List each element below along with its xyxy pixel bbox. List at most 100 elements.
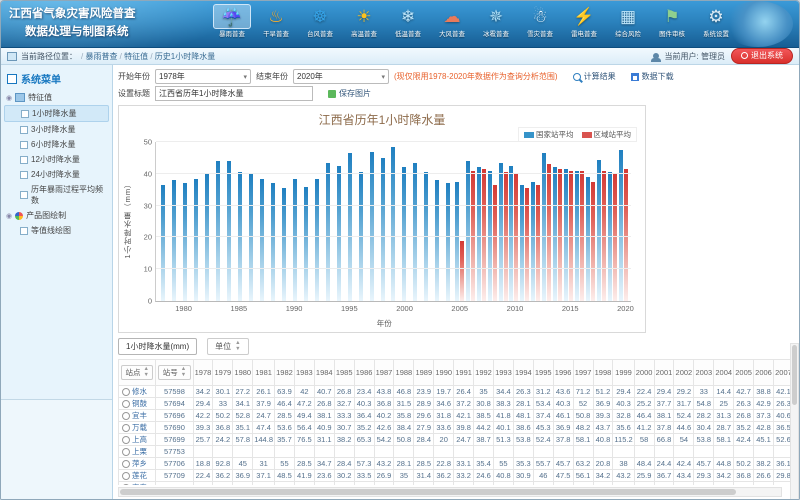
breadcrumb-segment[interactable]: 暴雨普查 (85, 52, 117, 61)
logout-button[interactable]: 退出系统 (731, 48, 793, 64)
breadcrumb-segment[interactable]: 历史1小时降水量 (155, 52, 215, 61)
horizontal-scrollbar[interactable] (118, 487, 782, 497)
station-name[interactable]: 修水 (132, 386, 147, 397)
bar-national-1994[interactable] (337, 166, 341, 301)
sidebar-item-0-4[interactable]: 24小时降水量 (4, 167, 109, 182)
station-name[interactable]: 上高 (132, 434, 147, 445)
station-name[interactable]: 宜丰 (132, 410, 147, 421)
bar-national-1984[interactable] (227, 161, 231, 301)
checkbox-icon[interactable] (21, 110, 29, 118)
bar-national-1998[interactable] (381, 158, 385, 301)
bar-national-2007[interactable] (477, 167, 481, 301)
bar-national-1981[interactable] (194, 179, 198, 301)
bar-national-1988[interactable] (271, 183, 275, 301)
save-image-button[interactable]: 保存图片 (328, 88, 371, 99)
bar-regional-2019[interactable] (613, 174, 617, 301)
radio-button[interactable] (122, 400, 130, 408)
sidebar-item-0-0[interactable]: 1小时降水量 (4, 105, 109, 122)
toolbar-item-lightning[interactable]: ⚡雷电普查 (565, 4, 603, 39)
sidebar-group-node[interactable]: ◉特征值 (4, 90, 109, 105)
station-sort-button[interactable]: 站点▲▼ (121, 365, 153, 380)
scrollbar-thumb[interactable] (792, 345, 797, 405)
bar-national-1995[interactable] (348, 153, 352, 301)
checkbox-icon[interactable] (20, 227, 28, 235)
unit-dropdown[interactable]: 单位 ▲▼ (207, 338, 248, 355)
legend-item[interactable]: 国家站平均 (524, 129, 574, 140)
bar-national-2005[interactable] (455, 182, 459, 301)
bar-national-2018[interactable] (597, 160, 601, 302)
vertical-scrollbar[interactable] (790, 343, 799, 500)
sidebar-item-1-0[interactable]: 等值线绘图 (4, 223, 109, 238)
toolbar-item-rainstorm[interactable]: ☔暴雨普查 (213, 4, 251, 39)
bar-national-2014[interactable] (553, 167, 557, 301)
station-name[interactable]: 上栗 (132, 446, 147, 457)
toolbar-item-drought[interactable]: ♨干旱普查 (257, 4, 295, 39)
radio-button[interactable] (122, 472, 130, 480)
sidebar-item-0-2[interactable]: 6小时降水量 (4, 137, 109, 152)
toolbar-item-low-temp[interactable]: ❄低温普查 (389, 4, 427, 39)
bar-national-1987[interactable] (260, 179, 264, 301)
radio-button[interactable] (122, 412, 130, 420)
bar-national-1990[interactable] (293, 179, 297, 301)
bar-national-1978[interactable] (161, 185, 165, 301)
end-year-select[interactable]: 2020年 ▾ (293, 69, 389, 84)
toolbar-item-high-temp[interactable]: ☀高温普查 (345, 4, 383, 39)
toolbar-item-typhoon[interactable]: ☸台风普查 (301, 4, 339, 39)
bar-national-2000[interactable] (402, 167, 406, 301)
bar-national-2004[interactable] (446, 183, 450, 301)
toolbar-item-wind[interactable]: ☁大风普查 (433, 4, 471, 39)
checkbox-icon[interactable] (20, 126, 28, 134)
bar-regional-2007[interactable] (482, 169, 486, 301)
station-name[interactable]: 宜春 (132, 482, 147, 485)
bar-national-2009[interactable] (499, 163, 503, 301)
bar-national-1993[interactable] (326, 163, 330, 301)
radio-button[interactable] (122, 424, 130, 432)
station-name[interactable]: 萍乡 (132, 458, 147, 469)
toolbar-item-hail[interactable]: ✵冰雹普查 (477, 4, 515, 39)
bar-regional-2020[interactable] (624, 169, 628, 301)
checkbox-icon[interactable] (20, 191, 28, 199)
bar-national-1982[interactable] (205, 174, 209, 301)
checkbox-icon[interactable] (20, 171, 28, 179)
bar-regional-2013[interactable] (547, 164, 551, 301)
bar-national-1983[interactable] (216, 161, 220, 301)
radio-button[interactable] (122, 436, 130, 444)
toolbar-item-risk-calculator[interactable]: ▦综合风险 (609, 4, 647, 39)
station-name[interactable]: 莲花 (132, 470, 147, 481)
bar-national-2013[interactable] (542, 153, 546, 301)
bar-regional-2005[interactable] (460, 241, 464, 301)
radio-button[interactable] (122, 388, 130, 396)
bar-national-1992[interactable] (315, 179, 319, 301)
bar-national-1980[interactable] (183, 183, 187, 301)
bar-national-2001[interactable] (413, 163, 417, 301)
bar-national-2003[interactable] (435, 180, 439, 301)
bar-regional-2017[interactable] (591, 182, 595, 301)
legend-item[interactable]: 区域站平均 (582, 129, 632, 140)
toolbar-item-map-review[interactable]: ⚑图件审核 (653, 4, 691, 39)
bar-regional-2014[interactable] (558, 169, 562, 301)
bar-national-2010[interactable] (509, 166, 513, 301)
bar-national-2017[interactable] (586, 177, 590, 301)
start-year-select[interactable]: 1978年 ▾ (155, 69, 251, 84)
bar-regional-2012[interactable] (536, 185, 540, 301)
sidebar-item-0-1[interactable]: 3小时降水量 (4, 122, 109, 137)
bar-regional-2008[interactable] (493, 185, 497, 301)
sidebar-item-0-5[interactable]: 历年暴雨过程平均频数 (4, 182, 109, 208)
bar-national-2011[interactable] (520, 185, 524, 301)
bar-national-1979[interactable] (172, 180, 176, 301)
checkbox-icon[interactable] (20, 141, 28, 149)
toolbar-item-settings[interactable]: ⚙系统设置 (697, 4, 735, 39)
station-name[interactable]: 铜鼓 (132, 398, 147, 409)
bar-national-2006[interactable] (466, 161, 470, 301)
bar-regional-2010[interactable] (514, 174, 518, 301)
calculate-button[interactable]: 计算结果 (573, 71, 616, 82)
bar-national-1986[interactable] (249, 174, 253, 301)
bar-national-2012[interactable] (531, 182, 535, 301)
sidebar-item-0-3[interactable]: 12小时降水量 (4, 152, 109, 167)
toolbar-item-snow[interactable]: ☃雪灾普查 (521, 4, 559, 39)
checkbox-icon[interactable] (20, 156, 28, 164)
station-id-sort-button[interactable]: 站号▲▼ (158, 365, 190, 380)
scrollbar-thumb[interactable] (120, 489, 736, 495)
chart-title-input[interactable] (155, 86, 313, 101)
bar-national-2015[interactable] (564, 169, 568, 301)
